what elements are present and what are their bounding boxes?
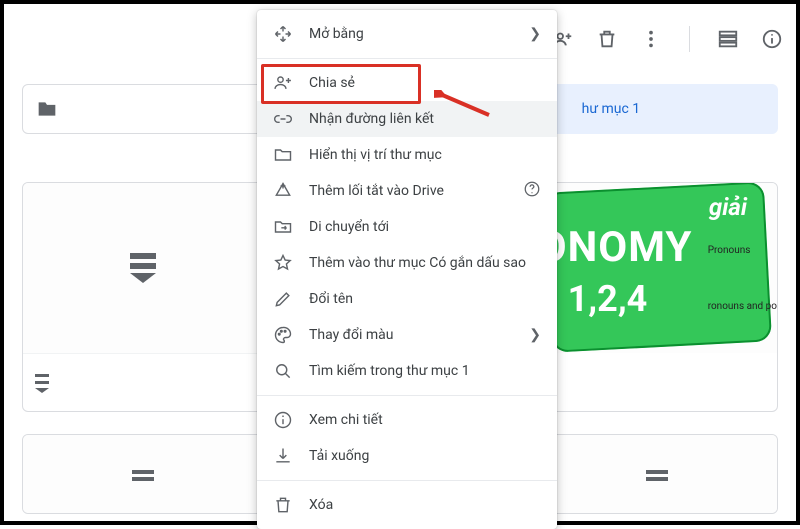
file-card-6[interactable]	[537, 434, 778, 514]
menu-view-details[interactable]: Xem chi tiết	[257, 402, 557, 438]
menu-item-label: Hiển thị vị trí thư mục	[309, 147, 541, 163]
menu-item-label: Di chuyển tới	[309, 219, 541, 235]
toolbar-separator	[689, 26, 690, 52]
thumb-text: giải	[709, 193, 747, 221]
open-with-icon	[273, 24, 293, 44]
bars-icon	[132, 470, 154, 481]
menu-item-label: Tải xuống	[309, 448, 541, 464]
help-icon	[523, 180, 541, 202]
link-icon	[273, 109, 293, 129]
menu-separator	[257, 395, 557, 396]
folder-chip-label: hư mục 1	[582, 101, 641, 117]
menu-open-with[interactable]: Mở bằng ❯	[257, 16, 557, 52]
thumb-text: ONOMY	[538, 223, 693, 272]
file-card-preview	[538, 435, 777, 514]
context-menu: Mở bằng ❯ Chia sẻ Nhận đường liên kết Hi…	[257, 10, 557, 529]
more-icon[interactable]	[639, 27, 663, 51]
thumb-text: 1,2,4	[568, 278, 648, 320]
file-card-3[interactable]: giải ONOMY 1,2,4 Pronouns ronouns and po…	[537, 182, 778, 412]
palette-icon	[273, 325, 293, 345]
stack-icon	[35, 374, 49, 393]
file-card-preview	[23, 435, 262, 514]
menu-item-label: Thêm lối tắt vào Drive	[309, 183, 507, 199]
menu-show-location[interactable]: Hiển thị vị trí thư mục	[257, 137, 557, 173]
menu-download[interactable]: Tải xuống	[257, 438, 557, 474]
chevron-right-icon: ❯	[529, 26, 541, 42]
folder-move-icon	[273, 217, 293, 237]
bars-icon	[646, 470, 668, 481]
trash-icon[interactable]	[595, 27, 619, 51]
menu-get-link[interactable]: Nhận đường liên kết	[257, 101, 557, 137]
top-toolbar	[551, 26, 784, 52]
menu-item-label: Nhận đường liên kết	[309, 111, 541, 127]
menu-item-label: Chia sẻ	[309, 75, 541, 91]
file-card-preview: giải ONOMY 1,2,4 Pronouns ronouns and po	[538, 183, 777, 353]
menu-item-label: Thay đổi màu	[309, 327, 513, 343]
folder-icon	[273, 145, 293, 165]
menu-item-label: Xem chi tiết	[309, 412, 541, 428]
folder-chip-selected[interactable]: hư mục 1	[537, 84, 778, 134]
menu-item-label: Mở bằng	[309, 26, 513, 42]
menu-remove[interactable]: Xóa	[257, 487, 557, 523]
menu-item-label: Xóa	[309, 497, 541, 513]
file-card-preview	[23, 183, 262, 353]
menu-star[interactable]: Thêm vào thư mục Có gắn dấu sao	[257, 245, 557, 281]
menu-change-color[interactable]: Thay đổi màu ❯	[257, 317, 557, 353]
file-card-4[interactable]	[22, 434, 263, 514]
info-icon	[273, 410, 293, 430]
person-add-icon	[273, 73, 293, 93]
info-icon[interactable]	[760, 27, 784, 51]
menu-item-label: Thêm vào thư mục Có gắn dấu sao	[309, 255, 541, 271]
menu-separator	[257, 480, 557, 481]
download-icon	[273, 446, 293, 466]
drive-shortcut-icon	[273, 181, 293, 201]
star-icon	[273, 253, 293, 273]
thumb-side-text: Pronouns ronouns and po	[708, 243, 777, 315]
folder-chip-1[interactable]	[22, 84, 263, 134]
menu-rename[interactable]: Đổi tên	[257, 281, 557, 317]
app-frame: hư mục 1 giải ONOMY 1,2,4 Pronouns ronou…	[0, 0, 800, 525]
menu-add-shortcut[interactable]: Thêm lối tắt vào Drive	[257, 173, 557, 209]
menu-item-label: Đổi tên	[309, 291, 541, 307]
search-icon	[273, 361, 293, 381]
annotation-arrow	[434, 90, 494, 124]
menu-item-label: Tìm kiếm trong thư mục 1	[309, 363, 541, 379]
menu-move-to[interactable]: Di chuyển tới	[257, 209, 557, 245]
menu-share[interactable]: Chia sẻ	[257, 65, 557, 101]
pencil-icon	[273, 289, 293, 309]
list-view-icon[interactable]	[716, 27, 740, 51]
trash-icon	[273, 495, 293, 515]
chevron-right-icon: ❯	[529, 327, 541, 343]
file-card-1[interactable]	[22, 182, 263, 412]
menu-separator	[257, 58, 557, 59]
folder-icon	[37, 99, 57, 119]
menu-search-in[interactable]: Tìm kiếm trong thư mục 1	[257, 353, 557, 389]
file-card-footer	[23, 353, 262, 412]
stack-icon	[130, 253, 156, 283]
